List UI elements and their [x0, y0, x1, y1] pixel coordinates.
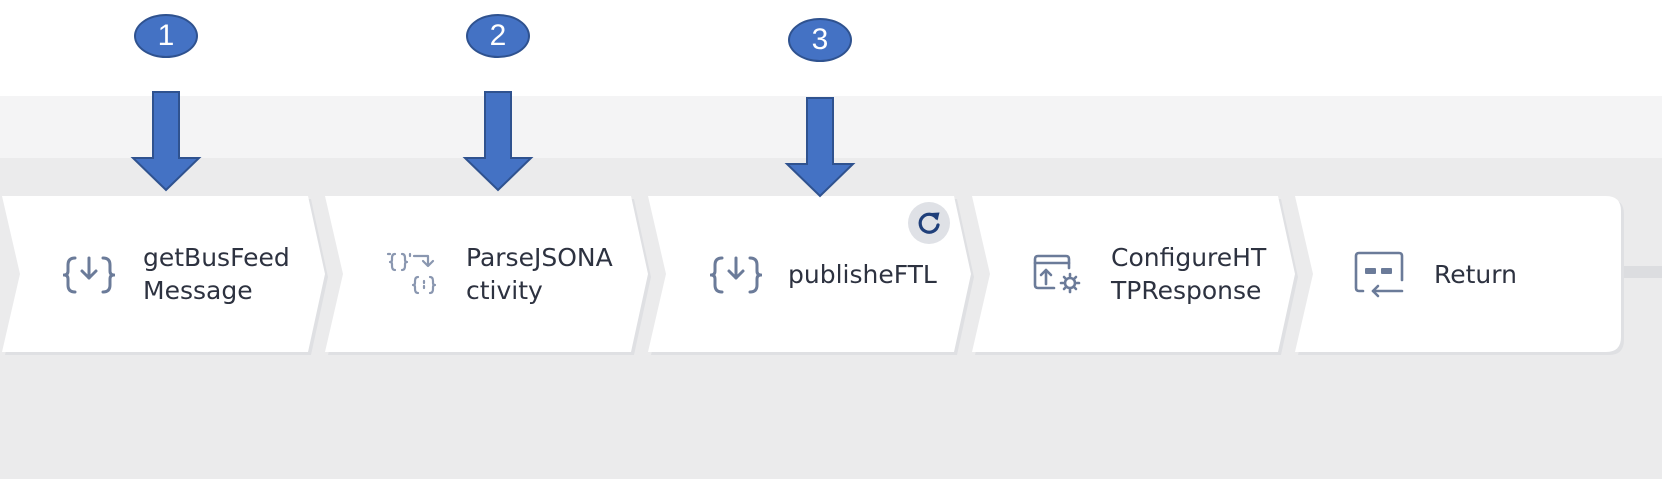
marker-number: 1: [134, 14, 198, 58]
activity-label: publisheFTL: [788, 259, 937, 289]
marker-number: 3: [788, 18, 852, 62]
activity-label: ConfigureHT TPResponse: [1111, 243, 1267, 305]
down-arrow-icon: [130, 91, 202, 192]
activity-parsejsonactivity[interactable]: ParseJSONA ctivity: [323, 196, 653, 355]
receive-message-icon: [63, 256, 115, 294]
activity-label: getBusFeed Message: [143, 243, 290, 305]
parse-json-icon: [386, 252, 437, 295]
activity-label: ParseJSONA ctivity: [466, 243, 613, 305]
activity-return[interactable]: Return: [1293, 196, 1628, 355]
activity-getbusfeedmessage[interactable]: getBusFeed Message: [0, 196, 328, 355]
publish-icon: [710, 256, 762, 294]
activity-label: Return: [1434, 259, 1517, 289]
down-arrow-icon: [462, 91, 534, 192]
refresh-icon: [918, 212, 940, 234]
refresh-button[interactable]: [908, 202, 950, 244]
down-arrow-icon: [784, 97, 856, 198]
activity-configurehttpresponse[interactable]: ConfigureHT TPResponse: [970, 196, 1300, 355]
configure-http-response-icon: [1033, 254, 1081, 294]
marker-number: 2: [466, 14, 530, 58]
return-icon: [1354, 251, 1404, 298]
